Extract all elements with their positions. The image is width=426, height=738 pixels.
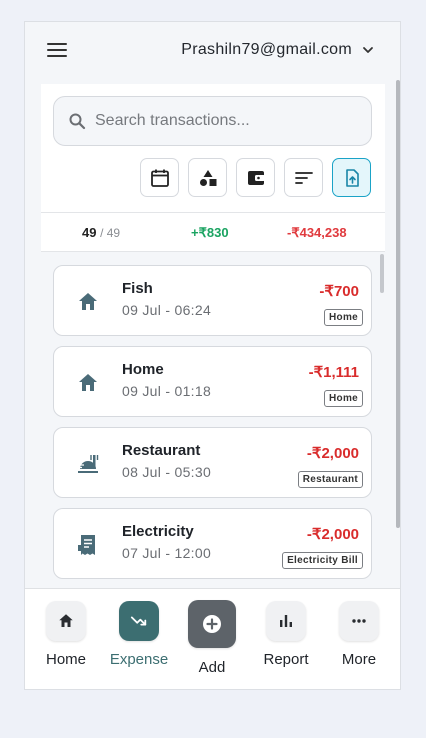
transaction-date: 09 Jul - 06:24 xyxy=(122,302,212,318)
category-filter-button[interactable] xyxy=(188,158,227,197)
search-input[interactable] xyxy=(95,112,355,130)
top-bar: Prashiln79@gmail.com xyxy=(25,22,400,80)
summary-bar: 49 / 49 +₹830 -₹434,238 xyxy=(41,212,385,252)
nav-more[interactable]: More xyxy=(322,589,396,689)
nav-home[interactable]: Home xyxy=(29,589,103,689)
account-selector[interactable]: Prashiln79@gmail.com xyxy=(181,41,374,59)
nav-expense-label: Expense xyxy=(109,651,169,668)
nav-add-label: Add xyxy=(198,659,226,676)
transaction-title: Home xyxy=(122,361,164,378)
chevron-down-icon xyxy=(363,47,373,53)
calendar-icon xyxy=(150,169,169,187)
shown-count: 49 xyxy=(82,225,97,240)
account-email: Prashiln79@gmail.com xyxy=(181,41,352,58)
bottom-navigation: Home Expense Add Report More xyxy=(25,588,400,689)
add-circle-icon xyxy=(188,600,236,648)
nav-home-label: Home xyxy=(45,651,86,668)
transaction-count: 49 / 49 xyxy=(82,225,120,240)
date-filter-button[interactable] xyxy=(140,158,179,197)
restaurant-icon xyxy=(78,455,99,473)
list-scrollbar[interactable] xyxy=(380,254,384,293)
income-total: +₹830 xyxy=(191,225,229,240)
nav-more-label: More xyxy=(341,651,377,668)
sort-icon xyxy=(294,171,313,184)
home-icon xyxy=(79,374,97,391)
home-icon xyxy=(79,293,97,310)
category-icon xyxy=(199,169,216,186)
category-badge: Home xyxy=(324,309,363,326)
transaction-title: Electricity xyxy=(122,523,194,540)
transaction-card[interactable]: Home 09 Jul - 01:18 -₹1,111 Home xyxy=(53,346,372,417)
transaction-title: Fish xyxy=(122,280,153,297)
nav-report[interactable]: Report xyxy=(249,589,323,689)
category-badge: Electricity Bill xyxy=(282,552,363,569)
nav-expense[interactable]: Expense xyxy=(102,589,176,689)
wallet-filter-button[interactable] xyxy=(236,158,275,197)
bar-chart-icon xyxy=(266,601,306,641)
transaction-card[interactable]: Fish 09 Jul - 06:24 -₹700 Home xyxy=(53,265,372,336)
transaction-date: 08 Jul - 05:30 xyxy=(122,464,212,480)
transaction-card[interactable]: Restaurant 08 Jul - 05:30 -₹2,000 Restau… xyxy=(53,427,372,498)
transaction-amount: -₹2,000 xyxy=(306,526,359,543)
category-badge: Home xyxy=(324,390,363,407)
total-count: / 49 xyxy=(100,226,121,240)
transaction-card[interactable]: Electricity 07 Jul - 12:00 -₹2,000 Elect… xyxy=(53,508,372,579)
transaction-date: 09 Jul - 01:18 xyxy=(122,383,212,399)
search-box[interactable] xyxy=(53,96,372,146)
filter-panel xyxy=(41,84,385,212)
trending-down-icon xyxy=(119,601,159,641)
transaction-amount: -₹1,111 xyxy=(308,364,359,381)
export-icon xyxy=(345,168,359,187)
export-button[interactable] xyxy=(332,158,371,197)
transaction-date: 07 Jul - 12:00 xyxy=(122,545,212,561)
page-scrollbar[interactable] xyxy=(396,80,400,528)
wallet-icon xyxy=(247,170,265,185)
nav-add[interactable]: Add xyxy=(175,589,249,689)
category-badge: Restaurant xyxy=(297,471,363,488)
transaction-title: Restaurant xyxy=(122,442,201,459)
bill-icon xyxy=(78,535,95,555)
transaction-amount: -₹700 xyxy=(319,283,359,300)
sort-button[interactable] xyxy=(284,158,323,197)
transaction-amount: -₹2,000 xyxy=(306,445,359,462)
hamburger-menu-icon[interactable] xyxy=(47,43,67,59)
more-horizontal-icon xyxy=(339,601,379,641)
search-icon xyxy=(69,113,86,130)
expense-total: -₹434,238 xyxy=(287,225,347,240)
app-window: Prashiln79@gmail.com 49 / 49 +₹830 xyxy=(24,21,401,690)
home-nav-icon xyxy=(46,601,86,641)
nav-report-label: Report xyxy=(263,651,309,668)
